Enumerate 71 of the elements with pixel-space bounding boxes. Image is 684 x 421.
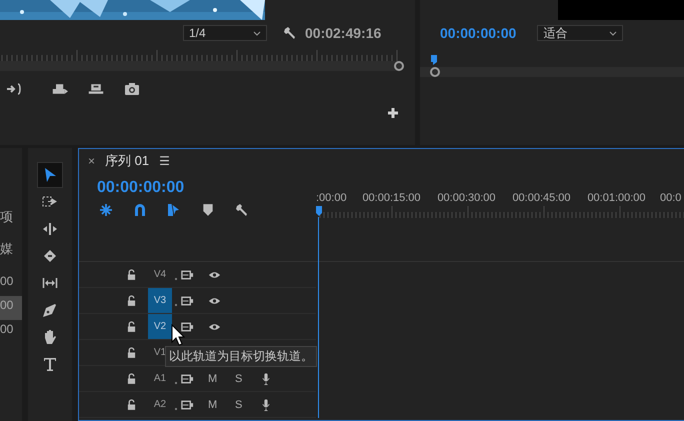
pen-icon — [42, 302, 58, 318]
chevron-icon — [609, 30, 618, 36]
playhead-handle[interactable] — [394, 61, 404, 71]
solo-button[interactable]: S — [235, 372, 262, 384]
list-item[interactable]: 00 — [0, 296, 22, 320]
close-button[interactable]: × — [88, 154, 96, 168]
arrow-icon — [42, 167, 58, 183]
slip-icon — [42, 275, 58, 291]
linked-selection-icon[interactable] — [167, 203, 181, 217]
time-label: 00:0 — [659, 192, 682, 204]
track-target-toggle[interactable]: V4 — [148, 262, 172, 287]
type-icon — [42, 356, 58, 372]
fit-dropdown[interactable]: 适合 — [537, 25, 624, 41]
sync-lock-icon[interactable] — [181, 400, 194, 410]
sequence-tab[interactable]: 序列 01 — [105, 152, 150, 170]
monitor-icon[interactable] — [88, 83, 104, 95]
tooltip: 以此轨道为目标切换轨道。 — [165, 346, 317, 367]
mute-button[interactable]: M — [208, 372, 235, 384]
eye-icon[interactable] — [208, 270, 221, 278]
cursor-icon — [171, 324, 185, 346]
camera-icon[interactable] — [124, 83, 140, 95]
solo-button[interactable]: S — [235, 398, 262, 410]
nest-icon[interactable] — [99, 203, 113, 217]
sequence-timecode: 00:00:00:00 — [97, 179, 186, 197]
lock-icon[interactable] — [127, 399, 136, 410]
time-label: 00:00:45:00 — [511, 192, 572, 204]
list-item[interactable]: 00 — [0, 320, 22, 344]
track-target-toggle[interactable]: A1 — [148, 366, 172, 391]
zoom-dropdown[interactable]: 1/4 — [183, 25, 267, 41]
time-label: 00:00:30:00 — [436, 192, 497, 204]
time-label: 00:01:00:00 — [586, 192, 647, 204]
sync-lock-icon[interactable] — [181, 270, 194, 280]
panel-label: 项 — [0, 208, 13, 226]
lock-icon[interactable] — [127, 321, 136, 332]
microphone-icon[interactable] — [262, 372, 270, 386]
time-label: 00:00:15:00 — [361, 192, 422, 204]
lock-icon[interactable] — [127, 295, 136, 306]
playhead-handle[interactable] — [430, 67, 440, 77]
panel-menu-button[interactable]: ☰ — [159, 154, 170, 168]
overwrite-icon[interactable] — [6, 83, 22, 95]
panel-label: 媒 — [0, 240, 13, 258]
lock-icon[interactable] — [127, 373, 136, 384]
track-target-toggle[interactable]: V2 — [148, 314, 172, 339]
lock-icon[interactable] — [127, 347, 136, 358]
sync-lock-icon[interactable] — [181, 322, 194, 332]
wrench-icon[interactable] — [235, 203, 249, 217]
sync-lock-icon[interactable] — [181, 296, 194, 306]
razor-icon — [42, 248, 58, 264]
chevron-icon — [253, 30, 261, 36]
eye-icon[interactable] — [208, 296, 221, 304]
track-target-toggle[interactable]: V3 — [148, 288, 172, 313]
track-target-toggle[interactable]: A2 — [148, 392, 172, 417]
marker-icon[interactable] — [201, 203, 215, 217]
eye-icon[interactable] — [208, 322, 221, 330]
wrench-icon[interactable] — [283, 26, 297, 40]
list-item[interactable]: 00 — [0, 272, 22, 296]
mute-button[interactable]: M — [208, 398, 235, 410]
lock-icon[interactable] — [127, 269, 136, 280]
selection-tool[interactable] — [37, 162, 63, 188]
ripple-edit-icon — [42, 221, 58, 237]
time-label: :00:00 — [316, 192, 348, 204]
playhead-marker-icon[interactable] — [431, 55, 437, 65]
hand-icon — [42, 329, 58, 345]
export-frame-icon[interactable] — [52, 83, 68, 95]
program-timecode: 00:00:00:00 — [440, 25, 516, 41]
playhead-marker-icon[interactable] — [316, 206, 322, 216]
duration-timecode: 00:02:49:16 — [305, 25, 382, 41]
microphone-icon[interactable] — [262, 398, 270, 412]
sync-lock-icon[interactable] — [181, 374, 194, 384]
plus-icon[interactable] — [387, 107, 399, 119]
magnet-icon[interactable] — [133, 203, 147, 217]
